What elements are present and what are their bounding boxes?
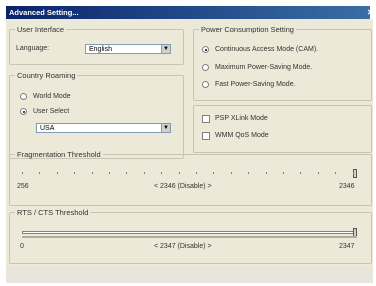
fragmentation-tick xyxy=(91,172,93,174)
power-consumption-group: Power Consumption Setting xyxy=(193,25,372,101)
rts-min: 0 xyxy=(20,243,24,250)
wmm-qos-checkbox[interactable] xyxy=(202,132,210,140)
fragmentation-tick xyxy=(248,172,250,174)
power-consumption-title: Power Consumption Setting xyxy=(201,25,294,34)
status-area xyxy=(6,266,373,283)
fragmentation-tick xyxy=(74,172,76,174)
fragmentation-slider-thumb[interactable] xyxy=(353,169,357,178)
advanced-setting-window: Advanced Setting... ✕ User Interface Lan… xyxy=(0,0,375,286)
cam-radio[interactable] xyxy=(202,46,209,53)
fragmentation-tick xyxy=(178,172,180,174)
rts-cts-title: RTS / CTS Threshold xyxy=(17,208,89,217)
psp-xlink-label: PSP XLink Mode xyxy=(215,115,268,122)
rts-current: < 2347 (Disable) > xyxy=(154,243,212,250)
fragmentation-max: 2346 xyxy=(339,183,355,190)
close-icon[interactable]: ✕ xyxy=(367,6,374,19)
user-select-label: User Select xyxy=(33,108,70,115)
chevron-down-icon[interactable]: ▼ xyxy=(161,45,170,53)
power-option-label: Fast Power-Saving Mode. xyxy=(215,81,296,88)
fragmentation-tick xyxy=(109,172,110,174)
power-option-label: Continuous Access Mode (CAM). xyxy=(215,46,319,53)
rts-slider-groove xyxy=(22,236,357,238)
fragmentation-tick xyxy=(56,172,58,174)
fragmentation-tick xyxy=(161,172,163,174)
mode-options-group xyxy=(193,105,372,153)
fast-power-saving-radio[interactable] xyxy=(202,81,209,88)
fragmentation-tick xyxy=(265,172,267,174)
psp-xlink-checkbox[interactable] xyxy=(202,115,210,123)
fragmentation-tick xyxy=(39,172,41,174)
fragmentation-tick xyxy=(22,172,23,174)
fragmentation-tick xyxy=(317,172,319,174)
power-option-label: Maximum Power-Saving Mode. xyxy=(215,64,313,71)
rts-max: 2347 xyxy=(339,243,355,250)
window-title: Advanced Setting... xyxy=(9,8,79,17)
world-mode-label: World Mode xyxy=(33,93,71,100)
fragmentation-tick xyxy=(143,172,145,174)
fragmentation-tick xyxy=(196,172,197,174)
fragmentation-group: Fragmentation Threshold xyxy=(9,150,372,206)
fragmentation-tick xyxy=(335,172,337,174)
wmm-qos-label: WMM QoS Mode xyxy=(215,132,269,139)
fragmentation-min: 256 xyxy=(17,183,29,190)
title-bar: Advanced Setting... ✕ xyxy=(6,6,374,19)
fragmentation-tick xyxy=(213,172,215,174)
dialog-body: User Interface Language: English ▼ Count… xyxy=(6,19,373,283)
fragmentation-tick xyxy=(230,172,232,174)
language-label: Language: xyxy=(16,45,50,52)
user-select-radio[interactable] xyxy=(20,108,27,115)
user-interface-title: User Interface xyxy=(17,25,65,34)
chevron-down-icon[interactable]: ▼ xyxy=(161,124,170,132)
country-roaming-group: Country Roaming xyxy=(9,71,184,159)
fragmentation-tick xyxy=(283,172,284,174)
fragmentation-tick xyxy=(126,172,128,174)
language-value: English xyxy=(89,46,112,53)
max-power-saving-radio[interactable] xyxy=(202,64,209,71)
fragmentation-tick xyxy=(352,172,354,174)
country-value: USA xyxy=(40,125,55,132)
fragmentation-current: < 2346 (Disable) > xyxy=(154,183,212,190)
language-select[interactable]: English ▼ xyxy=(85,44,171,54)
fragmentation-title: Fragmentation Threshold xyxy=(17,150,101,159)
fragmentation-tick xyxy=(300,172,302,174)
rts-slider-track[interactable] xyxy=(22,231,357,234)
world-mode-radio[interactable] xyxy=(20,93,27,100)
country-select[interactable]: USA ▼ xyxy=(36,123,171,133)
country-roaming-title: Country Roaming xyxy=(17,71,76,80)
